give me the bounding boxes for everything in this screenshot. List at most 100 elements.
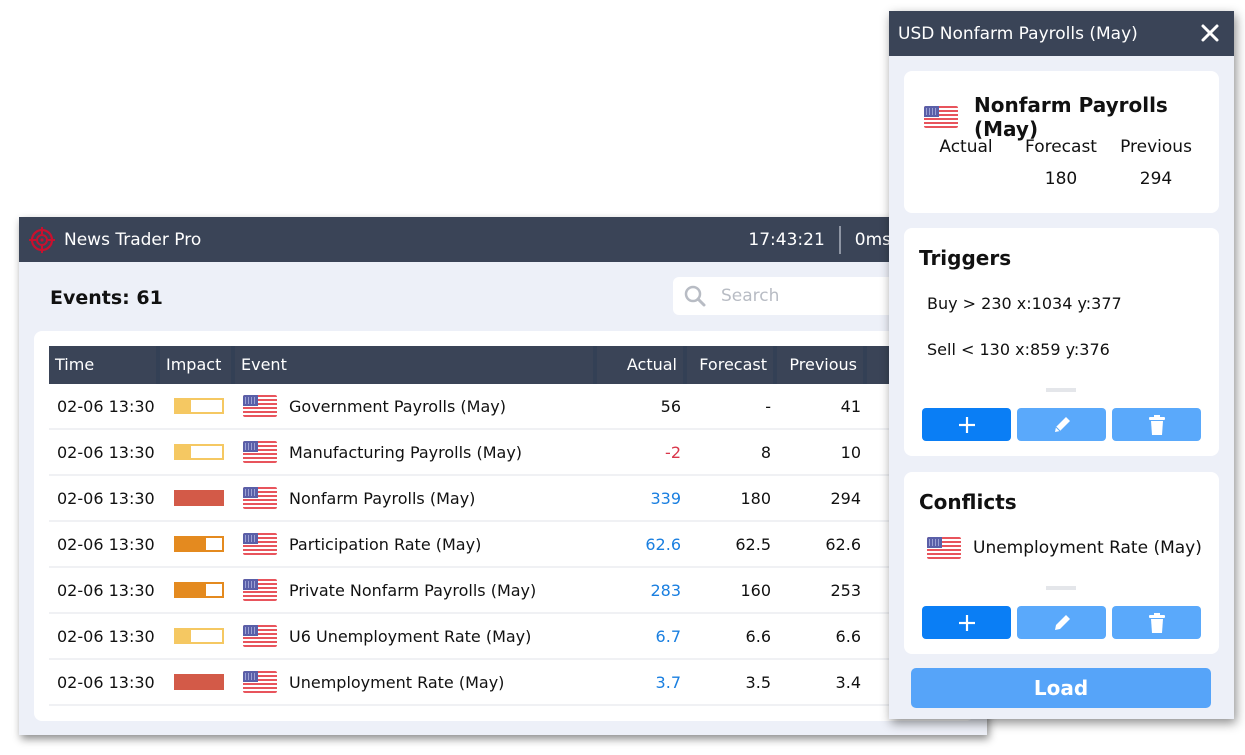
us-flag-icon <box>924 106 958 128</box>
summary-actual-label: Actual <box>939 137 993 157</box>
cell-event: Private Nonfarm Payrolls (May) <box>235 579 597 601</box>
close-icon[interactable] <box>1200 23 1220 43</box>
column-header-time[interactable]: Time <box>49 346 160 384</box>
event-name: Manufacturing Payrolls (May) <box>289 442 523 462</box>
us-flag-icon <box>243 625 277 647</box>
cell-forecast: 180 <box>740 488 771 508</box>
add-trigger-button[interactable] <box>922 408 1011 441</box>
us-flag-icon <box>927 537 961 559</box>
impact-indicator <box>174 674 224 690</box>
events-count: Events: 61 <box>50 287 163 309</box>
impact-fill <box>176 630 192 642</box>
title-bar: News Trader Pro 17:43:21 0ms <box>19 217 987 262</box>
table-row[interactable]: 02-06 13:30 Unemployment Rate (May) 3.7 3.5… <box>49 660 949 706</box>
column-header-forecast[interactable]: Forecast <box>687 346 777 384</box>
event-name: Unemployment Rate (May) <box>289 672 505 692</box>
table-row[interactable]: 02-06 13:30 Nonfarm Payrolls (May) 339 180 2… <box>49 476 949 522</box>
cell-time: 02-06 13:30 <box>57 442 155 462</box>
cell-actual: 3.7 <box>655 672 681 692</box>
impact-indicator <box>174 490 224 506</box>
cell-time: 02-06 13:30 <box>57 580 155 600</box>
cell-actual: 283 <box>650 580 681 600</box>
resize-handle[interactable] <box>1046 586 1076 590</box>
cell-impact <box>160 398 235 414</box>
trigger-item[interactable]: Buy > 230 x:1034 y:377 <box>927 294 1122 313</box>
app-title: News Trader Pro <box>64 229 202 250</box>
summary-forecast-value: 180 <box>1044 169 1078 189</box>
cell-previous: 3.4 <box>835 672 861 692</box>
triggers-title: Triggers <box>919 246 1012 270</box>
cell-event: Government Payrolls (May) <box>235 395 597 417</box>
conflict-event-name: Unemployment Rate (May) <box>973 538 1202 558</box>
trash-icon <box>1148 414 1165 435</box>
table-header: Time Impact Event Actual Forecast Previo… <box>49 346 949 384</box>
us-flag-icon <box>243 395 277 417</box>
column-header-impact[interactable]: Impact <box>160 346 235 384</box>
search-icon <box>684 285 706 307</box>
cell-forecast: 3.5 <box>745 672 771 692</box>
impact-indicator <box>174 628 224 644</box>
impact-fill <box>176 400 192 412</box>
delete-conflict-button[interactable] <box>1112 606 1201 639</box>
event-name: U6 Unemployment Rate (May) <box>289 626 532 646</box>
cell-impact <box>160 536 235 552</box>
summary-event-name: Nonfarm Payrolls (May) <box>974 93 1168 141</box>
table-body: 02-06 13:30 Government Payrolls (May) 56 - 4… <box>49 384 949 706</box>
column-header-previous[interactable]: Previous <box>777 346 867 384</box>
impact-indicator <box>174 398 224 414</box>
cell-actual: 56 <box>660 396 681 416</box>
event-name: Nonfarm Payrolls (May) <box>289 488 476 508</box>
cell-actual: 62.6 <box>645 534 681 554</box>
events-table: Time Impact Event Actual Forecast Previo… <box>49 346 949 706</box>
trash-icon <box>1148 612 1165 633</box>
table-row[interactable]: 02-06 13:30 U6 Unemployment Rate (May) 6.7… <box>49 614 949 660</box>
cell-actual: 6.7 <box>655 626 681 646</box>
plus-icon <box>958 416 975 433</box>
cell-forecast: 8 <box>760 442 771 462</box>
add-conflict-button[interactable] <box>922 606 1011 639</box>
cell-forecast: 62.5 <box>735 534 771 554</box>
cell-impact <box>160 582 235 598</box>
cell-previous: 294 <box>830 488 861 508</box>
cell-event: Participation Rate (May) <box>235 533 597 555</box>
search-box[interactable] <box>673 277 913 315</box>
impact-fill <box>176 446 192 458</box>
column-header-actual[interactable]: Actual <box>597 346 687 384</box>
cell-previous: 253 <box>830 580 861 600</box>
load-button[interactable]: Load <box>911 668 1211 708</box>
trigger-item[interactable]: Sell < 130 x:859 y:376 <box>927 340 1110 359</box>
event-name: Private Nonfarm Payrolls (May) <box>289 580 537 600</box>
detail-title: USD Nonfarm Payrolls (May) <box>898 23 1138 44</box>
events-table-card: Time Impact Event Actual Forecast Previo… <box>34 331 974 721</box>
edit-conflict-button[interactable] <box>1017 606 1106 639</box>
plus-icon <box>958 614 975 631</box>
delete-trigger-button[interactable] <box>1112 408 1201 441</box>
cell-event: Manufacturing Payrolls (May) <box>235 441 597 463</box>
impact-fill <box>176 492 222 504</box>
cell-actual: 339 <box>650 488 681 508</box>
pencil-icon <box>1054 416 1070 432</box>
table-row[interactable]: 02-06 13:30 Manufacturing Payrolls (May) -… <box>49 430 949 476</box>
us-flag-icon <box>243 671 277 693</box>
impact-fill <box>176 584 207 596</box>
conflict-item[interactable]: Unemployment Rate (May) <box>927 537 1202 559</box>
table-row[interactable]: 02-06 13:30 Participation Rate (May) 62.6 6… <box>49 522 949 568</box>
column-header-event[interactable]: Event <box>235 346 597 384</box>
pencil-icon <box>1054 614 1070 630</box>
event-name: Government Payrolls (May) <box>289 396 506 416</box>
edit-trigger-button[interactable] <box>1017 408 1106 441</box>
event-detail-window: USD Nonfarm Payrolls (May) Nonfarm Payro… <box>889 11 1234 719</box>
cell-previous: 6.6 <box>835 626 861 646</box>
cell-event: Unemployment Rate (May) <box>235 671 597 693</box>
cell-time: 02-06 13:30 <box>57 534 155 554</box>
cell-impact <box>160 628 235 644</box>
table-row[interactable]: 02-06 13:30 Private Nonfarm Payrolls (May… <box>49 568 949 614</box>
table-row[interactable]: 02-06 13:30 Government Payrolls (May) 56 - 4… <box>49 384 949 430</box>
us-flag-icon <box>243 441 277 463</box>
triggers-card: Triggers Buy > 230 x:1034 y:377 Sell < 1… <box>904 228 1219 456</box>
impact-indicator <box>174 444 224 460</box>
resize-handle[interactable] <box>1046 388 1076 392</box>
cell-time: 02-06 13:30 <box>57 488 155 508</box>
impact-indicator <box>174 582 224 598</box>
search-input[interactable] <box>719 285 873 307</box>
